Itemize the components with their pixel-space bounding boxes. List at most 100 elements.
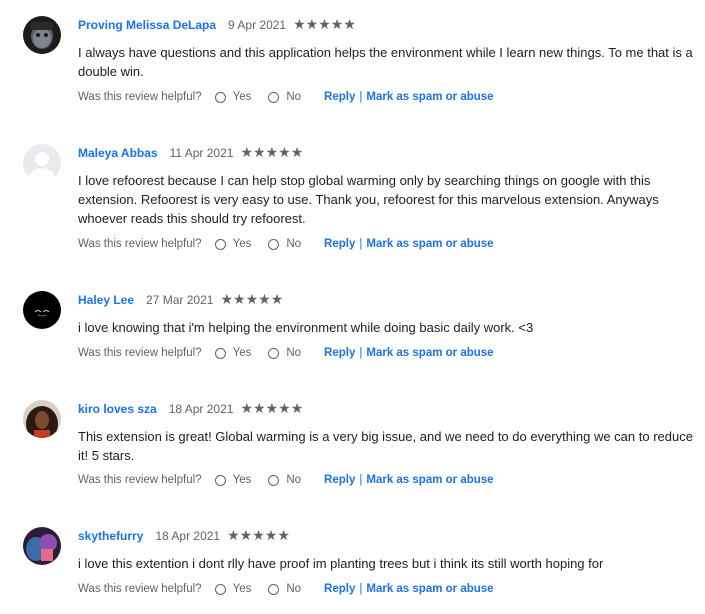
helpful-row: Was this review helpful? Yes No Reply | … — [78, 344, 494, 362]
avatar[interactable] — [23, 400, 61, 438]
helpful-no-option[interactable]: No — [268, 238, 301, 250]
helpful-yes-option[interactable]: Yes — [214, 474, 252, 486]
star-icon: ★ — [227, 528, 240, 544]
helpful-no-option[interactable]: No — [268, 583, 301, 595]
review-date: 18 Apr 2021 — [155, 529, 221, 543]
review-date: 9 Apr 2021 — [228, 18, 287, 32]
helpful-row: Was this review helpful? Yes No Reply | … — [78, 580, 494, 598]
no-label: No — [286, 238, 302, 250]
review-header: Maleya Abbas 11 Apr 2021 ★ ★ ★ ★ ★ — [78, 144, 303, 162]
review-header: Haley Lee 27 Mar 2021 ★ ★ ★ ★ ★ — [78, 291, 283, 309]
star-icon: ★ — [318, 17, 331, 33]
radio-yes[interactable] — [214, 347, 226, 359]
mark-spam-link[interactable]: Mark as spam or abuse — [366, 91, 493, 103]
radio-no[interactable] — [268, 474, 280, 486]
no-label: No — [286, 91, 302, 103]
star-icon: ★ — [293, 17, 306, 33]
radio-yes[interactable] — [214, 474, 226, 486]
author-name[interactable]: Haley Lee — [78, 293, 134, 307]
helpful-row: Was this review helpful? Yes No Reply | … — [78, 88, 494, 106]
author-name[interactable]: kiro loves sza — [78, 402, 157, 416]
helpful-prompt: Was this review helpful? — [78, 238, 202, 250]
radio-yes[interactable] — [214, 583, 226, 595]
mark-spam-link[interactable]: Mark as spam or abuse — [366, 474, 493, 486]
review-text: I always have questions and this applica… — [78, 45, 693, 79]
star-icon: ★ — [240, 401, 254, 417]
helpful-no-option[interactable]: No — [268, 91, 301, 103]
helpful-row: Was this review helpful? Yes No Reply | … — [78, 235, 494, 253]
radio-no[interactable] — [268, 347, 280, 359]
reply-link[interactable]: Reply — [324, 474, 355, 486]
helpful-yes-option[interactable]: Yes — [214, 238, 251, 250]
star-icon: ★ — [290, 145, 304, 161]
author-name[interactable]: Proving Melissa DeLapa — [78, 18, 216, 32]
helpful-yes-option[interactable]: Yes — [214, 583, 252, 595]
review-date: 27 Mar 2021 — [146, 293, 214, 307]
star-rating: ★ ★ ★ ★ ★ — [240, 146, 303, 160]
star-rating: ★ ★ ★ ★ ★ — [293, 18, 356, 32]
helpful-no-option[interactable]: No — [268, 347, 301, 359]
avatar[interactable] — [23, 144, 61, 182]
review-date: 11 Apr 2021 — [169, 146, 234, 160]
helpful-prompt: Was this review helpful? — [78, 347, 202, 359]
star-icon: ★ — [278, 145, 291, 161]
review-text: i love this extention i dont rlly have p… — [78, 556, 604, 571]
star-icon: ★ — [240, 145, 253, 161]
star-icon: ★ — [270, 292, 284, 308]
star-icon: ★ — [278, 401, 291, 417]
star-rating: ★ ★ ★ ★ ★ — [227, 529, 290, 543]
radio-no[interactable] — [268, 238, 280, 250]
helpful-no-option[interactable]: No — [268, 474, 301, 486]
star-icon: ★ — [258, 292, 271, 308]
star-icon: ★ — [343, 17, 356, 33]
avatar[interactable] — [23, 16, 61, 54]
radio-no[interactable] — [268, 91, 280, 103]
radio-no[interactable] — [268, 583, 280, 595]
review-text: i love knowing that i'm helping the envi… — [78, 320, 534, 335]
star-icon: ★ — [265, 401, 279, 417]
star-icon: ★ — [305, 17, 319, 33]
mark-spam-link[interactable]: Mark as spam or abuse — [366, 347, 493, 359]
review-date: 18 Apr 2021 — [168, 402, 234, 416]
helpful-yes-option[interactable]: Yes — [214, 91, 252, 103]
reply-link[interactable]: Reply — [324, 347, 355, 359]
helpful-yes-option[interactable]: Yes — [214, 347, 251, 359]
review-header: Proving Melissa DeLapa 9 Apr 2021 ★ ★ ★ ★ ★ — [78, 16, 356, 34]
reply-link[interactable]: Reply — [324, 238, 355, 250]
reply-link[interactable]: Reply — [324, 91, 355, 103]
star-icon: ★ — [239, 528, 253, 544]
mark-spam-link[interactable]: Mark as spam or abuse — [366, 583, 493, 595]
star-icon: ★ — [252, 528, 265, 544]
star-icon: ★ — [265, 145, 279, 161]
author-name[interactable]: Maleya Abbas — [78, 146, 158, 160]
helpful-prompt: Was this review helpful? — [78, 474, 202, 486]
star-rating: ★ ★ ★ ★ ★ — [220, 293, 283, 307]
no-label: No — [286, 347, 302, 359]
review-text: This extension is great! Global warming … — [78, 429, 693, 463]
star-icon: ★ — [330, 17, 344, 33]
yes-label: Yes — [232, 474, 252, 486]
author-name[interactable]: skythefurry — [78, 529, 143, 543]
yes-label: Yes — [232, 583, 252, 595]
helpful-prompt: Was this review helpful? — [78, 91, 202, 103]
star-icon: ★ — [220, 292, 233, 308]
helpful-row: Was this review helpful? Yes No Reply | … — [78, 471, 494, 489]
avatar[interactable] — [23, 291, 61, 329]
link-separator: | — [359, 238, 363, 250]
link-separator: | — [359, 347, 363, 359]
review-header: skythefurry 18 Apr 2021 ★ ★ ★ ★ ★ — [78, 527, 290, 545]
avatar[interactable] — [23, 527, 61, 565]
link-separator: | — [359, 91, 363, 103]
star-icon: ★ — [253, 145, 266, 161]
yes-label: Yes — [232, 91, 252, 103]
star-icon: ★ — [253, 401, 266, 417]
reply-link[interactable]: Reply — [324, 583, 355, 595]
radio-yes[interactable] — [214, 238, 226, 250]
helpful-prompt: Was this review helpful? — [78, 583, 202, 595]
radio-yes[interactable] — [214, 91, 226, 103]
mark-spam-link[interactable]: Mark as spam or abuse — [366, 238, 493, 250]
link-separator: | — [359, 583, 363, 595]
star-rating: ★ ★ ★ ★ ★ — [240, 402, 303, 416]
star-icon: ★ — [245, 292, 259, 308]
link-separator: | — [359, 474, 363, 486]
